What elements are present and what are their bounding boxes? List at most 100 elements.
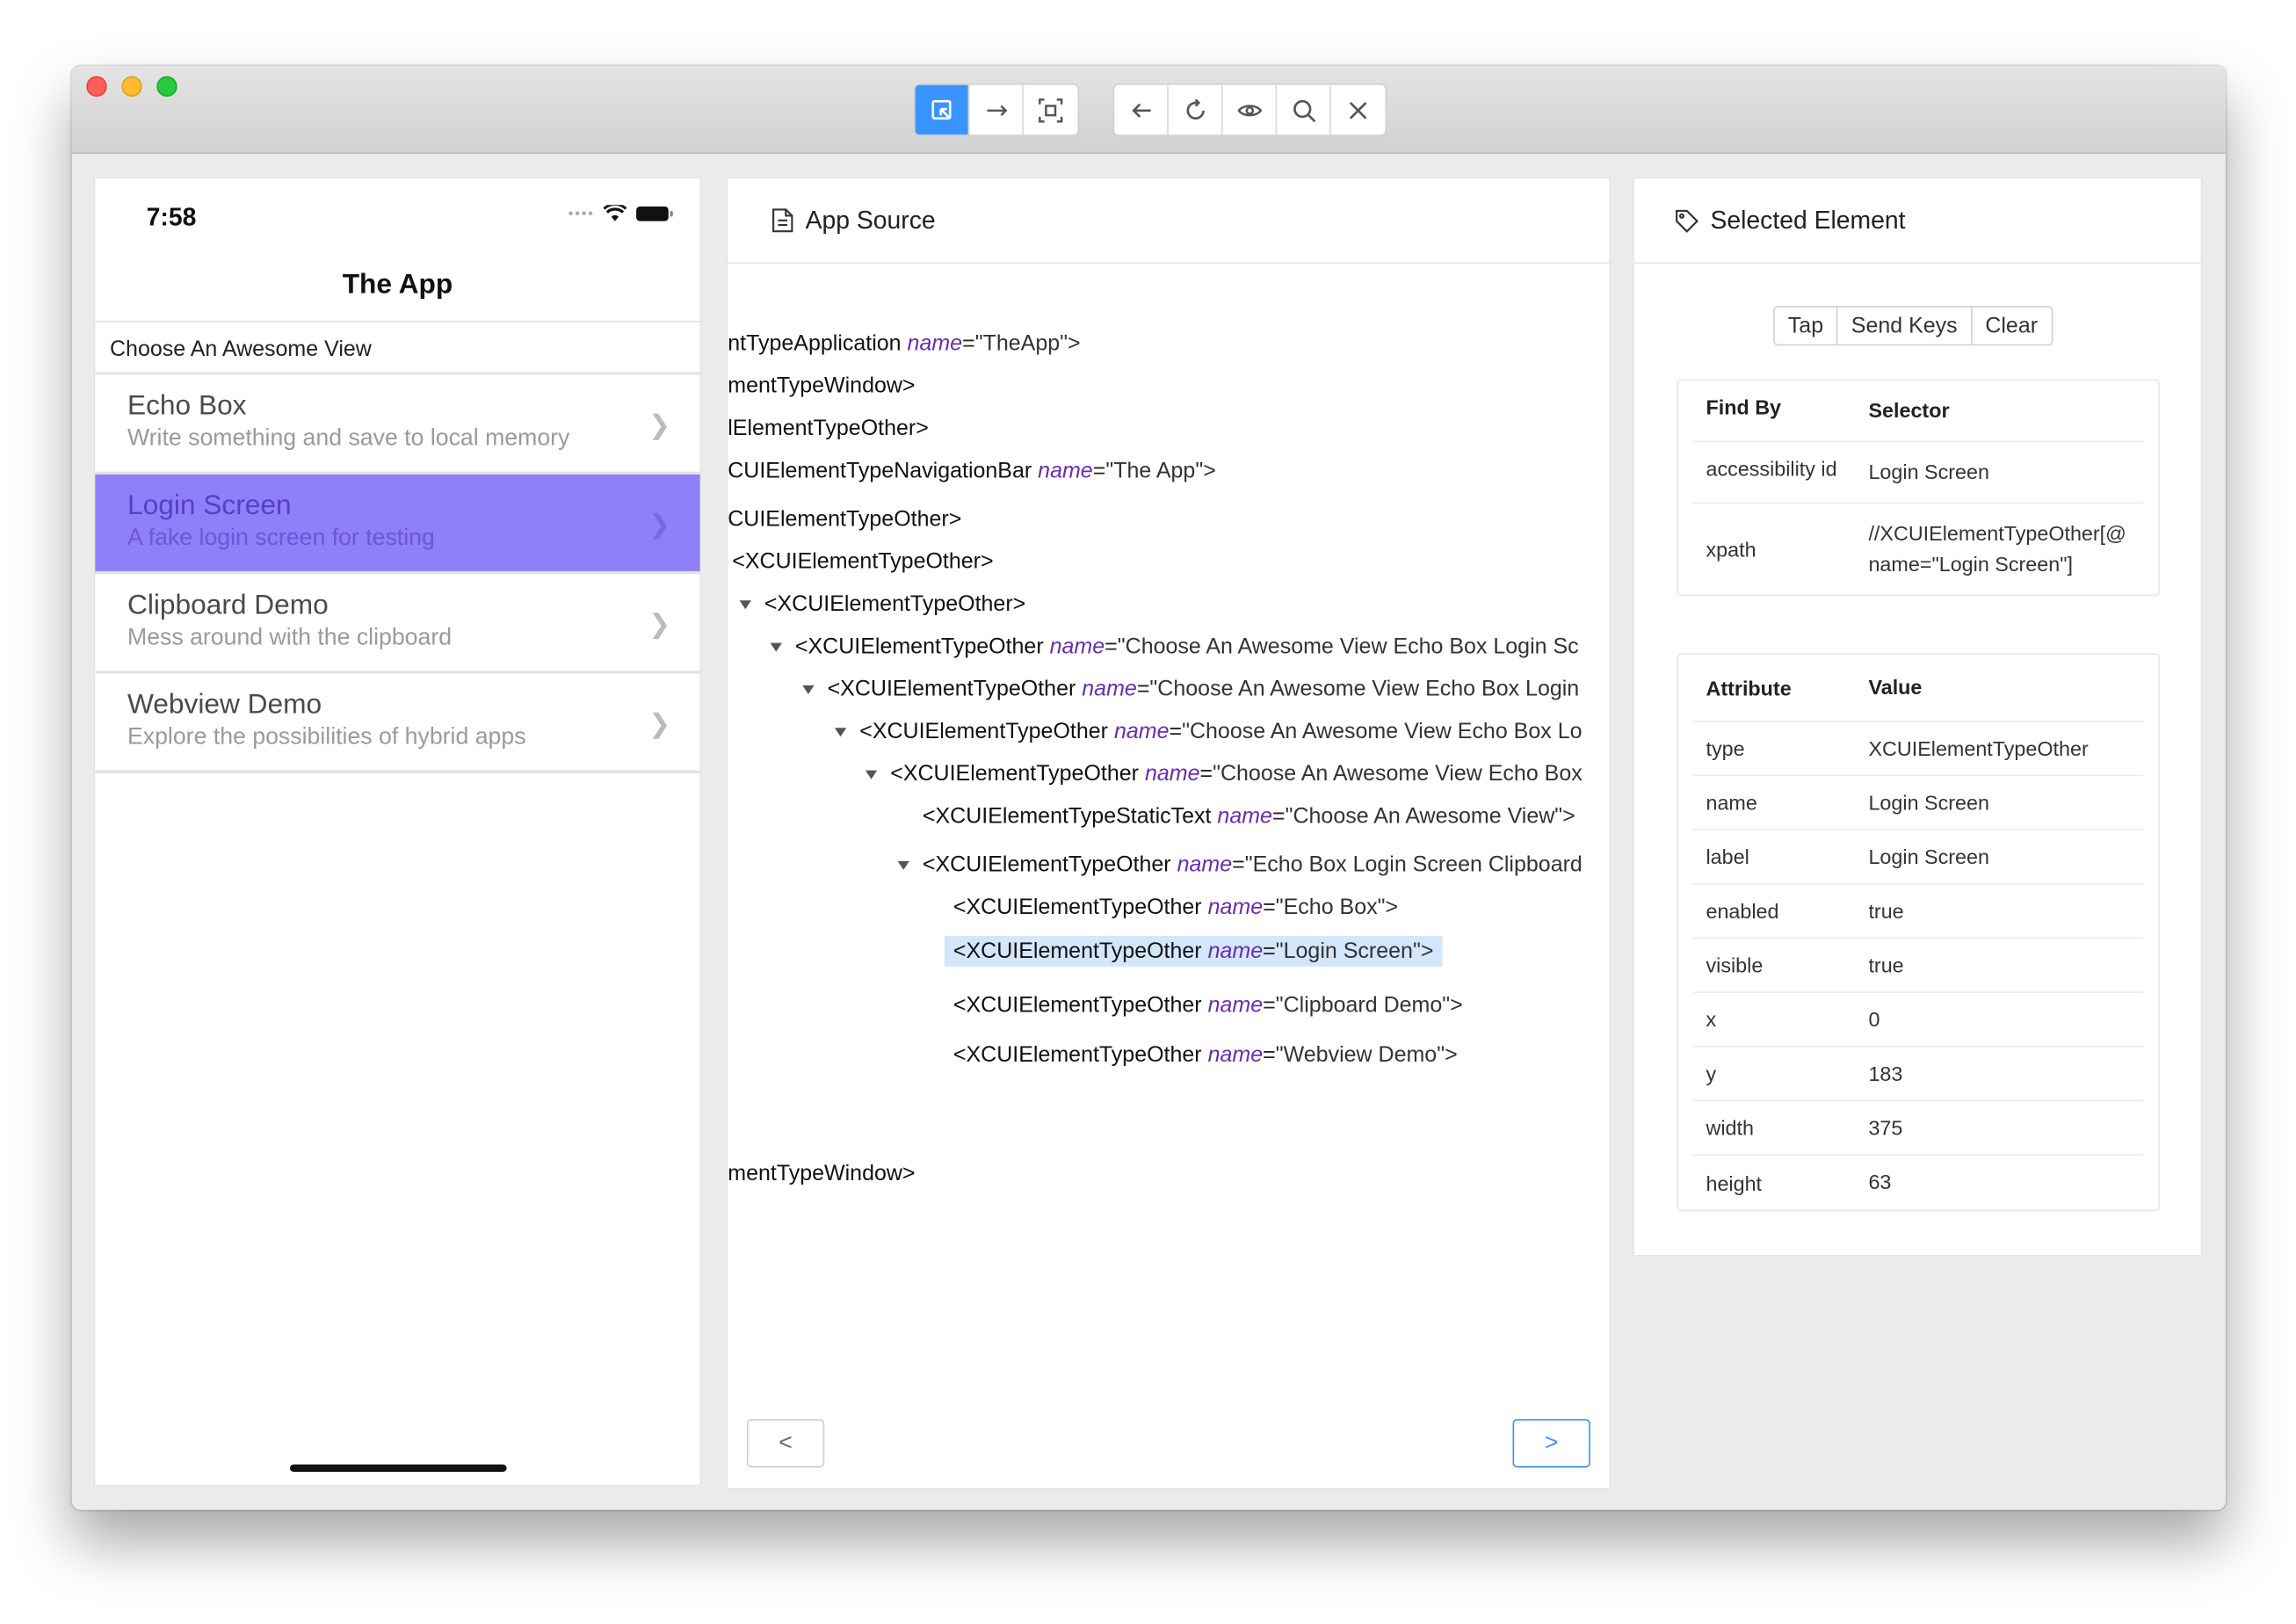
- swipe-button[interactable]: [969, 84, 1024, 135]
- node-equals: =: [1263, 1042, 1276, 1068]
- node-tag: <XCUIElementTypeOther: [952, 1042, 1202, 1068]
- table-header-cell: Attribute: [1706, 676, 1792, 700]
- file-icon: [772, 208, 793, 233]
- table-header-cell: Find By: [1706, 395, 1782, 419]
- source-tree-node[interactable]: <XCUIElementTypeStaticText name="Choose …: [923, 804, 1575, 829]
- node-tag: <XCUIElementTypeStaticText: [922, 803, 1212, 830]
- nav-toolbar-group: [1112, 83, 1387, 136]
- source-tree-node[interactable]: <XCUIElementTypeOther name="Clipboard De…: [953, 993, 1463, 1018]
- node-tag: lElementTypeOther>: [728, 416, 929, 441]
- node-attribute-name: name: [1217, 803, 1272, 830]
- source-tree-node[interactable]: <XCUIElementTypeOther name="Choose An Aw…: [859, 719, 1582, 743]
- node-tag: <XCUIElementTypeOther>: [732, 548, 994, 575]
- signal-icon: ••••: [568, 206, 595, 222]
- source-tree-node[interactable]: <XCUIElementTypeOther name="Choose An Aw…: [828, 677, 1580, 701]
- list-item-clipboard-demo[interactable]: Clipboard Demo Mess around with the clip…: [95, 574, 700, 674]
- list-item-title: Clipboard Demo: [127, 590, 329, 621]
- attributes-table: Attribute Value type XCUIElementTypeOther…: [1677, 653, 2161, 1212]
- inspector-window: 7:58 •••• The App Choose An Awesome View…: [71, 65, 2227, 1511]
- node-attribute-value: "TheApp">: [974, 330, 1081, 356]
- chevron-right-icon: ❯: [648, 609, 671, 639]
- source-tree-node[interactable]: CUIElementTypeNavigationBar name="The Ap…: [728, 459, 1216, 483]
- source-tree-node[interactable]: <XCUIElementTypeOther>: [732, 549, 993, 574]
- list-item-webview-demo[interactable]: Webview Demo Explore the possibilities o…: [95, 673, 700, 773]
- expand-caret-icon[interactable]: [802, 685, 815, 694]
- tap-coordinates-button[interactable]: [1024, 85, 1078, 135]
- close-window-button[interactable]: [86, 76, 107, 97]
- back-icon: [1131, 102, 1150, 118]
- source-tree-node[interactable]: <XCUIElementTypeOther name="Echo Box Log…: [923, 852, 1583, 877]
- attribute-value-cell: 375: [1868, 1115, 1903, 1139]
- previous-page-button[interactable]: <: [746, 1418, 825, 1468]
- node-attribute-value: "Choose An Awesome View Echo Box: [1213, 761, 1583, 787]
- node-tag: ntTypeApplication: [728, 330, 902, 356]
- show-element-button[interactable]: [1223, 84, 1278, 135]
- list-item-echo-box[interactable]: Echo Box Write something and save to loc…: [95, 374, 700, 475]
- node-tag: <XCUIElementTypeOther: [922, 852, 1171, 878]
- send-keys-button[interactable]: Send Keys: [1837, 307, 1973, 344]
- node-tag: CUIElementTypeNavigationBar: [728, 458, 1032, 483]
- back-button[interactable]: [1114, 84, 1169, 135]
- source-tree-node[interactable]: CUIElementTypeOther>: [728, 507, 961, 532]
- tap-button[interactable]: Tap: [1774, 307, 1838, 344]
- attribute-value-cell: Login Screen: [1868, 790, 1989, 814]
- source-tree-node[interactable]: mentTypeWindow>: [728, 1162, 915, 1186]
- table-header-row: Attribute Value: [1692, 655, 2144, 722]
- refresh-icon: [1185, 98, 1205, 120]
- selector-cell[interactable]: Login Screen: [1868, 442, 2143, 502]
- device-screenshot[interactable]: 7:58 •••• The App Choose An Awesome View…: [93, 177, 702, 1487]
- source-tree-node[interactable]: <XCUIElementTypeOther name="Login Screen…: [944, 935, 1443, 967]
- section-header: Choose An Awesome View: [95, 320, 700, 375]
- table-row: name Login Screen: [1692, 776, 2144, 830]
- table-row: enabled true: [1692, 885, 2144, 939]
- node-tag: <XCUIElementTypeOther: [827, 676, 1076, 702]
- node-tag: <XCUIElementTypeOther: [859, 719, 1108, 744]
- attribute-value-cell: Login Screen: [1868, 844, 1989, 868]
- expand-caret-icon[interactable]: [770, 642, 782, 652]
- attribute-name-cell: enabled: [1706, 899, 1779, 923]
- table-row: x0: [1692, 993, 2144, 1048]
- expand-caret-icon[interactable]: [834, 728, 847, 737]
- source-tree-node[interactable]: <XCUIElementTypeOther name="Echo Box">: [953, 895, 1398, 919]
- search-button[interactable]: [1277, 84, 1331, 135]
- selected-element-panel: Selected Element Tap Send Keys Clear Fin…: [1633, 177, 2203, 1257]
- tag-icon: [1676, 209, 1699, 233]
- selected-element-title: Selected Element: [1710, 206, 1906, 234]
- source-tree-node[interactable]: ntTypeApplication name="TheApp">: [728, 331, 1080, 356]
- select-element-button[interactable]: [915, 84, 970, 135]
- expand-caret-icon[interactable]: [739, 600, 751, 610]
- node-attribute-name: name: [1113, 719, 1170, 744]
- quit-session-button[interactable]: [1331, 85, 1386, 135]
- refresh-button[interactable]: [1169, 84, 1223, 135]
- attribute-name-cell: y: [1706, 1062, 1717, 1085]
- zoom-window-button[interactable]: [156, 76, 177, 97]
- node-attribute-name: name: [1082, 676, 1137, 702]
- expand-caret-icon[interactable]: [865, 770, 878, 779]
- source-tree-node[interactable]: <XCUIElementTypeOther>: [764, 591, 1025, 616]
- next-page-button[interactable]: >: [1512, 1418, 1590, 1468]
- table-row: y 183: [1692, 1048, 2144, 1102]
- attribute-name-cell: x: [1706, 1007, 1717, 1032]
- selector-cell[interactable]: //XCUIElementTypeOther[@name="Login Scre…: [1868, 504, 2143, 594]
- table-header-cell: Value: [1868, 675, 1923, 699]
- node-equals: =: [1263, 939, 1276, 964]
- source-tree-node[interactable]: lElementTypeOther>: [728, 416, 929, 440]
- node-tag: mentTypeWindow>: [728, 1161, 916, 1186]
- source-tree-node[interactable]: <XCUIElementTypeOther name="Choose An Aw…: [890, 762, 1583, 787]
- table-row: width 375: [1692, 1101, 2144, 1156]
- node-equals: =: [1232, 852, 1245, 878]
- minimize-window-button[interactable]: [121, 76, 142, 97]
- clear-button[interactable]: Clear: [1972, 307, 2052, 344]
- source-tree-node[interactable]: <XCUIElementTypeOther name="Choose An Aw…: [795, 634, 1579, 659]
- status-bar-time: 7:58: [146, 203, 197, 232]
- node-attribute-value: "Echo Box">: [1275, 895, 1399, 920]
- node-tag: mentTypeWindow>: [728, 373, 916, 399]
- list-item-login-screen[interactable]: Login Screen A fake login screen for tes…: [95, 474, 700, 575]
- expand-caret-icon[interactable]: [897, 860, 909, 870]
- source-tree-node[interactable]: mentTypeWindow>: [728, 373, 915, 398]
- table-row: xpath //XCUIElementTypeOther[@name="Logi…: [1692, 504, 2143, 594]
- app-source-title: App Source: [805, 206, 936, 234]
- chevron-right-icon: ❯: [648, 509, 671, 540]
- status-bar-icons: ••••: [569, 205, 674, 222]
- source-tree-node[interactable]: <XCUIElementTypeOther name="Webview Demo…: [953, 1043, 1458, 1068]
